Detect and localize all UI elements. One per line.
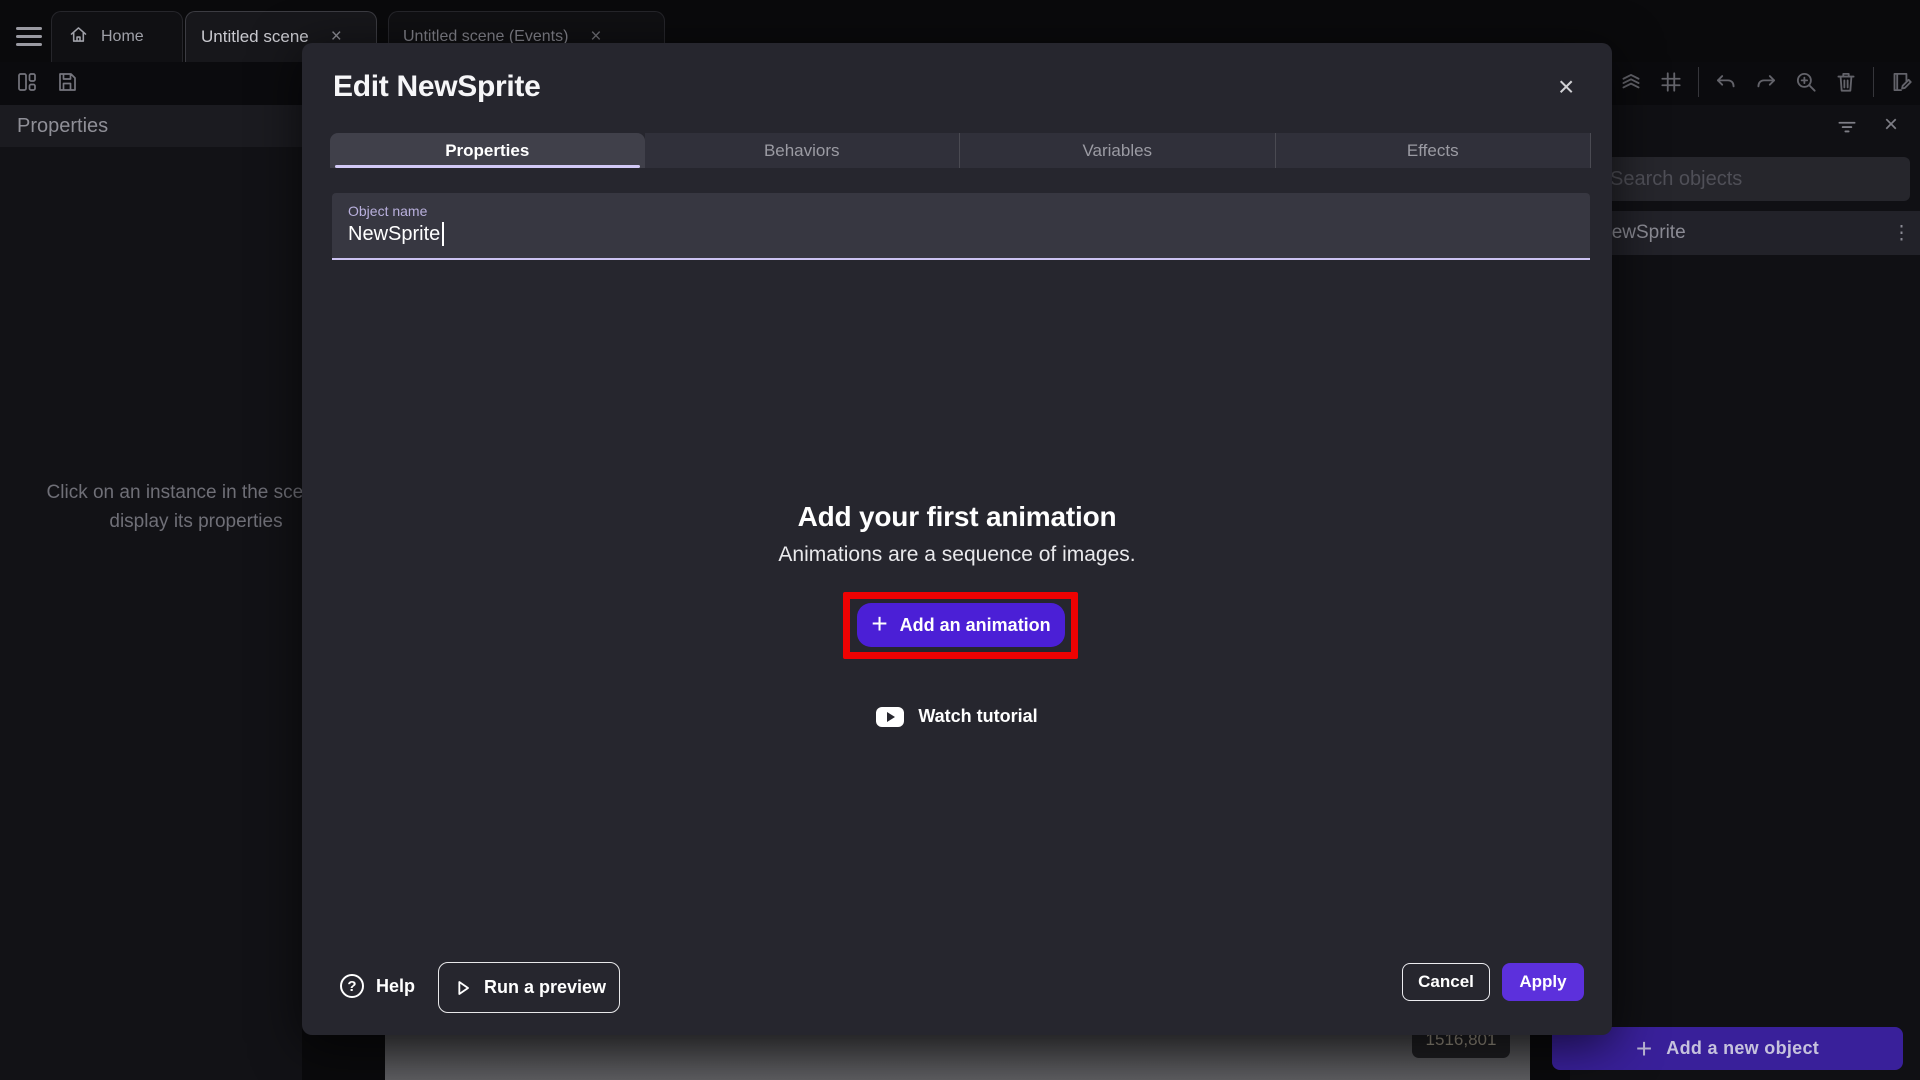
grid-icon[interactable] [1658,69,1684,95]
edit-object-dialog: Edit NewSprite × Properties Behaviors Va… [302,43,1612,1035]
close-icon[interactable]: × [1550,69,1582,105]
run-preview-button[interactable]: Run a preview [438,962,620,1013]
home-icon [68,24,89,50]
object-list-item[interactable]: NewSprite ⋮ [1570,211,1920,255]
empty-state-subtitle: Animations are a sequence of images. [302,543,1612,567]
close-icon[interactable]: × [1878,109,1904,141]
active-tab-underline [335,165,640,168]
field-value: NewSprite [348,223,440,246]
layers-icon[interactable] [1618,69,1644,95]
zoom-in-icon[interactable] [1793,69,1819,95]
text-caret [442,222,444,246]
apply-button[interactable]: Apply [1502,963,1584,1001]
empty-state-title: Add your first animation [302,501,1612,533]
plus-icon: + [871,610,887,638]
app-window: Home Untitled scene × Untitled scene (Ev… [0,0,1920,1080]
tab-label: Untitled scene [201,27,309,47]
field-label: Object name [348,203,1590,219]
redo-icon[interactable] [1753,69,1779,95]
dialog-title: Edit NewSprite [333,70,541,104]
tab-variables[interactable]: Variables [959,133,1275,168]
toolbar-divider [1698,67,1699,97]
kebab-menu-icon[interactable]: ⋮ [1892,222,1911,245]
toggle-panels-icon[interactable] [14,69,40,95]
play-icon [452,977,474,999]
tab-home[interactable]: Home [51,11,183,62]
properties-panel: Properties [0,105,302,1080]
toolbar-divider [1873,67,1874,97]
dialog-tabs: Properties Behaviors Variables Effects [330,133,1591,168]
edit-scene-icon[interactable] [1888,69,1914,95]
cancel-button[interactable]: Cancel [1402,963,1490,1001]
objects-panel: × NewSprite ⋮ [1570,105,1920,1080]
youtube-icon [876,707,904,727]
tab-properties[interactable]: Properties [330,133,645,168]
tab-label: Home [101,28,144,46]
add-animation-button[interactable]: + Add an animation [857,603,1065,647]
help-icon: ? [340,974,364,998]
search-objects-input[interactable] [1598,157,1910,201]
plus-icon: + [1636,1035,1652,1063]
object-name-input[interactable]: Object name NewSprite [332,193,1590,260]
save-icon[interactable] [54,69,80,95]
undo-icon[interactable] [1713,69,1739,95]
watch-tutorial-link[interactable]: Watch tutorial [302,706,1612,727]
menu-icon[interactable] [16,27,42,49]
trash-icon[interactable] [1833,69,1859,95]
tab-effects[interactable]: Effects [1275,133,1592,168]
filter-icon[interactable] [1834,113,1860,139]
scene-canvas[interactable] [385,1035,1530,1080]
panel-title: Properties [0,105,302,147]
tab-behaviors[interactable]: Behaviors [645,133,960,168]
help-button[interactable]: ? Help [340,971,415,1001]
